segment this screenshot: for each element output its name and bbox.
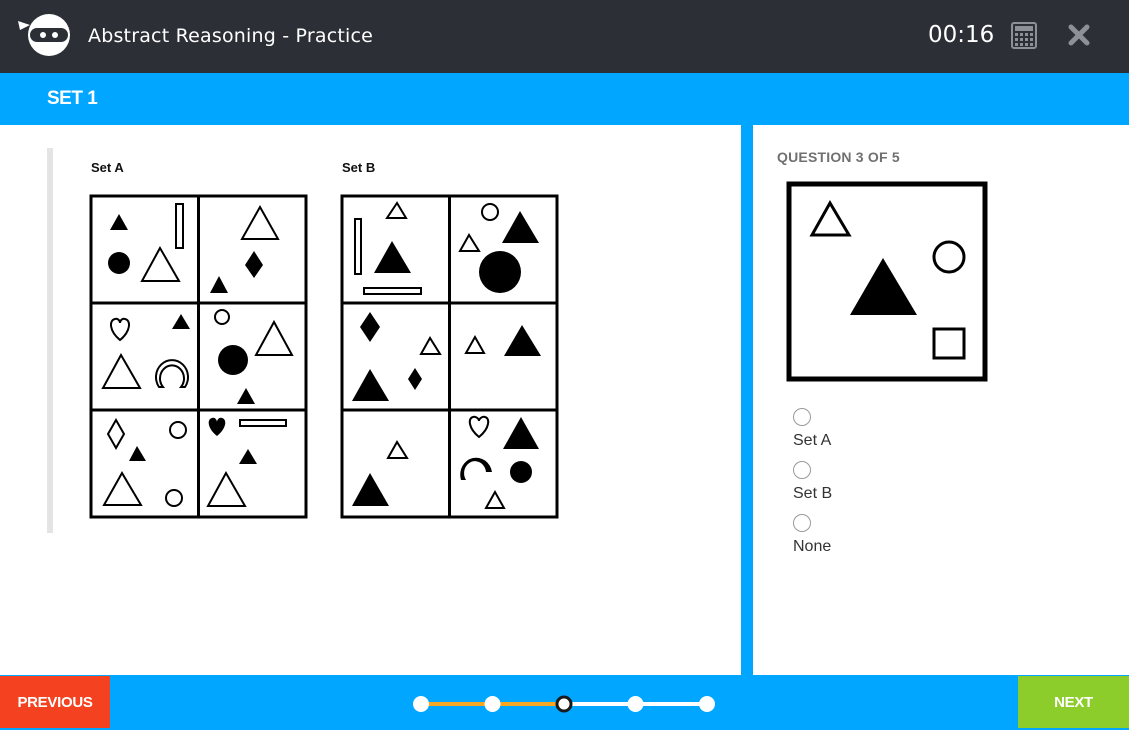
option-label: None	[793, 538, 832, 555]
set-a-cell-3	[101, 314, 190, 389]
set-a-label: Set A	[91, 160, 124, 175]
set-title: SET 1	[47, 88, 98, 109]
close-icon[interactable]	[1068, 24, 1090, 46]
next-button[interactable]: NEXT	[1018, 676, 1129, 728]
option-label: Set B	[793, 485, 833, 502]
set-b-cell-6	[460, 415, 539, 509]
set-b-cell-2	[458, 203, 539, 293]
progress-step-2	[484, 696, 501, 712]
option-set-a[interactable]: Set A	[793, 408, 831, 450]
set-a-cell-4	[214, 309, 294, 404]
set-a-cell-1	[108, 203, 184, 282]
set-a-cell-2	[210, 204, 280, 293]
previous-button[interactable]: PREVIOUS	[0, 676, 110, 728]
option-set-b[interactable]: Set B	[793, 461, 832, 503]
set-b-label: Set B	[342, 160, 376, 175]
question-figure	[786, 181, 988, 382]
figure-panel-divider	[47, 148, 53, 533]
radio-set-b[interactable]	[793, 461, 811, 479]
radio-set-a[interactable]	[793, 408, 811, 426]
progress-step-4	[627, 696, 644, 712]
timer: 00:16	[928, 22, 995, 48]
set-a-cell-6	[206, 417, 287, 507]
set-b-cell-4	[464, 325, 541, 356]
app-title: Abstract Reasoning - Practice	[88, 25, 374, 47]
progress-step-3	[555, 695, 573, 713]
progress-indicator	[413, 695, 715, 713]
set-b-cell-1	[354, 201, 422, 295]
progress-step-1	[413, 696, 429, 712]
option-none[interactable]: None	[793, 514, 831, 556]
set-b-cell-5	[352, 440, 409, 506]
set-b-grid	[340, 194, 559, 519]
ninja-logo-icon	[18, 14, 70, 56]
set-a-cell-5	[102, 417, 187, 507]
calculator-icon[interactable]	[1011, 22, 1037, 49]
progress-step-5	[699, 696, 715, 712]
radio-none[interactable]	[793, 514, 811, 532]
set-b-cell-3	[352, 312, 442, 401]
option-label: Set A	[793, 432, 832, 449]
set-a-grid	[89, 194, 308, 519]
set-bar	[0, 73, 1129, 125]
question-counter: QUESTION 3 OF 5	[777, 149, 900, 165]
